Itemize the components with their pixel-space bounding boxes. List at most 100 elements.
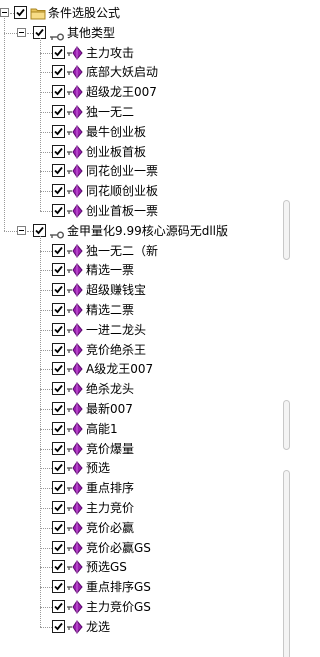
tree-checkbox[interactable] (52, 619, 65, 633)
tree-checkbox[interactable] (52, 263, 65, 277)
tree-line-horizontal (40, 468, 52, 470)
tree-checkbox[interactable] (52, 402, 65, 415)
tree-checkbox[interactable] (52, 322, 65, 336)
tree-checkbox[interactable] (52, 105, 65, 118)
tree-checkbox[interactable] (52, 520, 65, 534)
scrollbar-thumb[interactable] (283, 470, 290, 657)
tree-line-horizontal (40, 587, 52, 589)
tree-line-horizontal (40, 52, 52, 54)
tree-line-horizontal (40, 448, 52, 450)
tree-item-label: 高能1 (86, 421, 118, 436)
tree-item-label: 重点排序GS (86, 580, 151, 595)
tree-line-horizontal (40, 567, 52, 569)
tree-line-horizontal (40, 488, 52, 490)
tree-checkbox[interactable] (52, 204, 65, 217)
tree-line-horizontal (40, 171, 52, 173)
tree-checkbox[interactable] (52, 382, 65, 396)
tree-line-horizontal (40, 131, 52, 133)
tree-item-label: 主力竞价 (86, 501, 135, 515)
tree-line-horizontal (40, 112, 52, 113)
scrollbar-thumb[interactable] (283, 200, 290, 260)
formula-gem-icon (67, 481, 83, 501)
tree-checkbox[interactable] (52, 441, 65, 455)
tree-item-label: 条件选股公式 (48, 6, 121, 20)
formula-gem-icon (67, 619, 83, 640)
collapse-toggle[interactable] (0, 8, 9, 17)
tree-checkbox[interactable] (52, 540, 65, 554)
tree-checkbox[interactable] (52, 65, 65, 79)
scrollbar-thumb[interactable] (283, 400, 290, 450)
formula-gem-icon (67, 303, 83, 323)
tree-line-horizontal (40, 369, 52, 371)
tree-checkbox[interactable] (52, 461, 65, 475)
formula-gem-icon (67, 144, 83, 165)
tree-line-horizontal (40, 409, 52, 410)
tree-checkbox[interactable] (52, 85, 65, 99)
tree-item-label: 主力竞价GS (86, 600, 151, 614)
collapse-toggle[interactable] (17, 27, 26, 37)
formula-gem-icon (67, 461, 83, 481)
tree-item-label: 一进二龙头 (86, 322, 147, 337)
formula-tree[interactable]: 条件选股公式 其他类型 主力攻击 底部大妖启动 超级龙王007 独一无二 最牛创业板 创业板首… (0, 0, 292, 657)
tree-checkbox[interactable] (52, 243, 65, 257)
formula-gem-icon (67, 124, 83, 145)
formula-gem-icon (67, 322, 83, 343)
formula-gem-icon (67, 382, 83, 402)
tree-item-label: 最新007 (86, 402, 133, 416)
tree-line-horizontal (40, 626, 52, 628)
tree-checkbox[interactable] (52, 144, 65, 158)
formula-gem-icon (67, 164, 83, 184)
tree-line-horizontal (40, 527, 52, 529)
tree-checkbox[interactable] (52, 303, 65, 316)
tree-line-horizontal (40, 349, 52, 351)
tree-checkbox[interactable] (52, 580, 65, 594)
collapse-toggle[interactable] (17, 225, 26, 235)
tree-line-horizontal (4, 32, 17, 34)
tree-item-label: 独一无二（新 (86, 243, 159, 258)
tree-checkbox[interactable] (52, 164, 65, 178)
tree-checkbox[interactable] (52, 124, 65, 138)
tree-line-vertical (40, 37, 41, 211)
tree-item-label: 精选二票 (86, 303, 135, 317)
tree-checkbox[interactable] (52, 184, 65, 198)
tree-item-label: 超级龙王007 (86, 85, 157, 100)
tree-item-label: 最牛创业板 (86, 124, 147, 139)
formula-gem-icon (67, 600, 83, 620)
tree-checkbox[interactable] (52, 600, 65, 613)
tree-item-label: 绝杀龙头 (86, 382, 135, 397)
formula-gem-icon (67, 402, 83, 422)
tree-item-label: 竞价必赢GS (86, 540, 151, 555)
tree-checkbox[interactable] (52, 481, 65, 495)
tree-checkbox[interactable] (52, 560, 65, 574)
tree-line-horizontal (40, 72, 52, 74)
tree-checkbox[interactable] (52, 283, 65, 297)
tree-item-label: 创业首板一票 (86, 204, 159, 218)
tree-item-label: 精选一票 (86, 263, 135, 278)
formula-gem-icon (67, 520, 83, 541)
formula-gem-icon (67, 441, 83, 462)
tree-checkbox[interactable] (52, 45, 65, 59)
formula-gem-icon (67, 540, 83, 561)
tree-checkbox[interactable] (52, 342, 65, 356)
tree-line-horizontal (10, 13, 14, 14)
tree-checkbox[interactable] (14, 6, 27, 19)
tree-checkbox[interactable] (52, 421, 65, 435)
tree-checkbox[interactable] (52, 362, 65, 376)
tree-item-label: 预选GS (86, 560, 127, 575)
tree-line-vertical (40, 235, 41, 627)
tree-item-label: 同花创业一票 (86, 164, 159, 179)
tree-line-horizontal (40, 428, 52, 430)
tree-line-horizontal (4, 230, 17, 232)
vertical-scrollbar[interactable] (280, 0, 292, 657)
tree-line-horizontal (40, 191, 52, 193)
tree-line-horizontal (40, 508, 52, 509)
tree-item-label: 底部大妖启动 (86, 65, 159, 80)
tree-item-label: 竞价必赢 (86, 520, 135, 535)
tree-checkbox[interactable] (52, 501, 65, 514)
tree-line-horizontal (40, 329, 52, 331)
tree-item-label: A级龙王007 (86, 362, 154, 377)
tree-line-horizontal (40, 607, 52, 608)
tree-line-horizontal (40, 211, 52, 212)
formula-gem-icon (67, 45, 83, 66)
tree-item-label: 超级赚钱宝 (86, 283, 147, 298)
